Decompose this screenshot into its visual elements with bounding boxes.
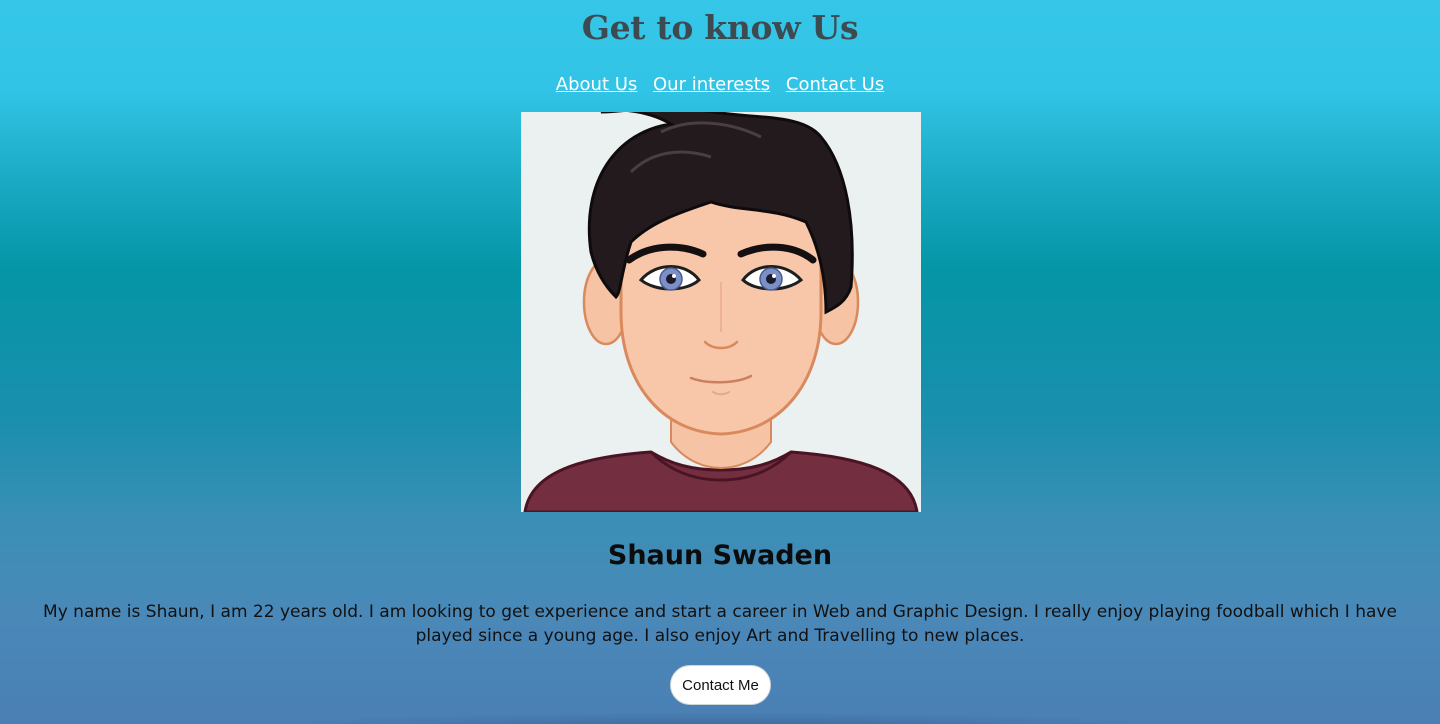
nav-link-our-interests[interactable]: Our interests <box>653 74 770 95</box>
profile-avatar <box>521 112 921 512</box>
nav-link-contact-us[interactable]: Contact Us <box>786 74 884 95</box>
cartoon-man-avatar-icon <box>523 112 919 512</box>
footer-shadow <box>270 712 1170 724</box>
main-nav: About Us Our interests Contact Us <box>0 74 1440 95</box>
page-title: Get to know Us <box>581 8 859 47</box>
nav-link-about-us[interactable]: About Us <box>556 74 638 95</box>
profile-bio: My name is Shaun, I am 22 years old. I a… <box>43 602 1397 646</box>
profile-name: Shaun Swaden <box>607 540 833 571</box>
contact-me-button[interactable]: Contact Me <box>670 665 771 705</box>
